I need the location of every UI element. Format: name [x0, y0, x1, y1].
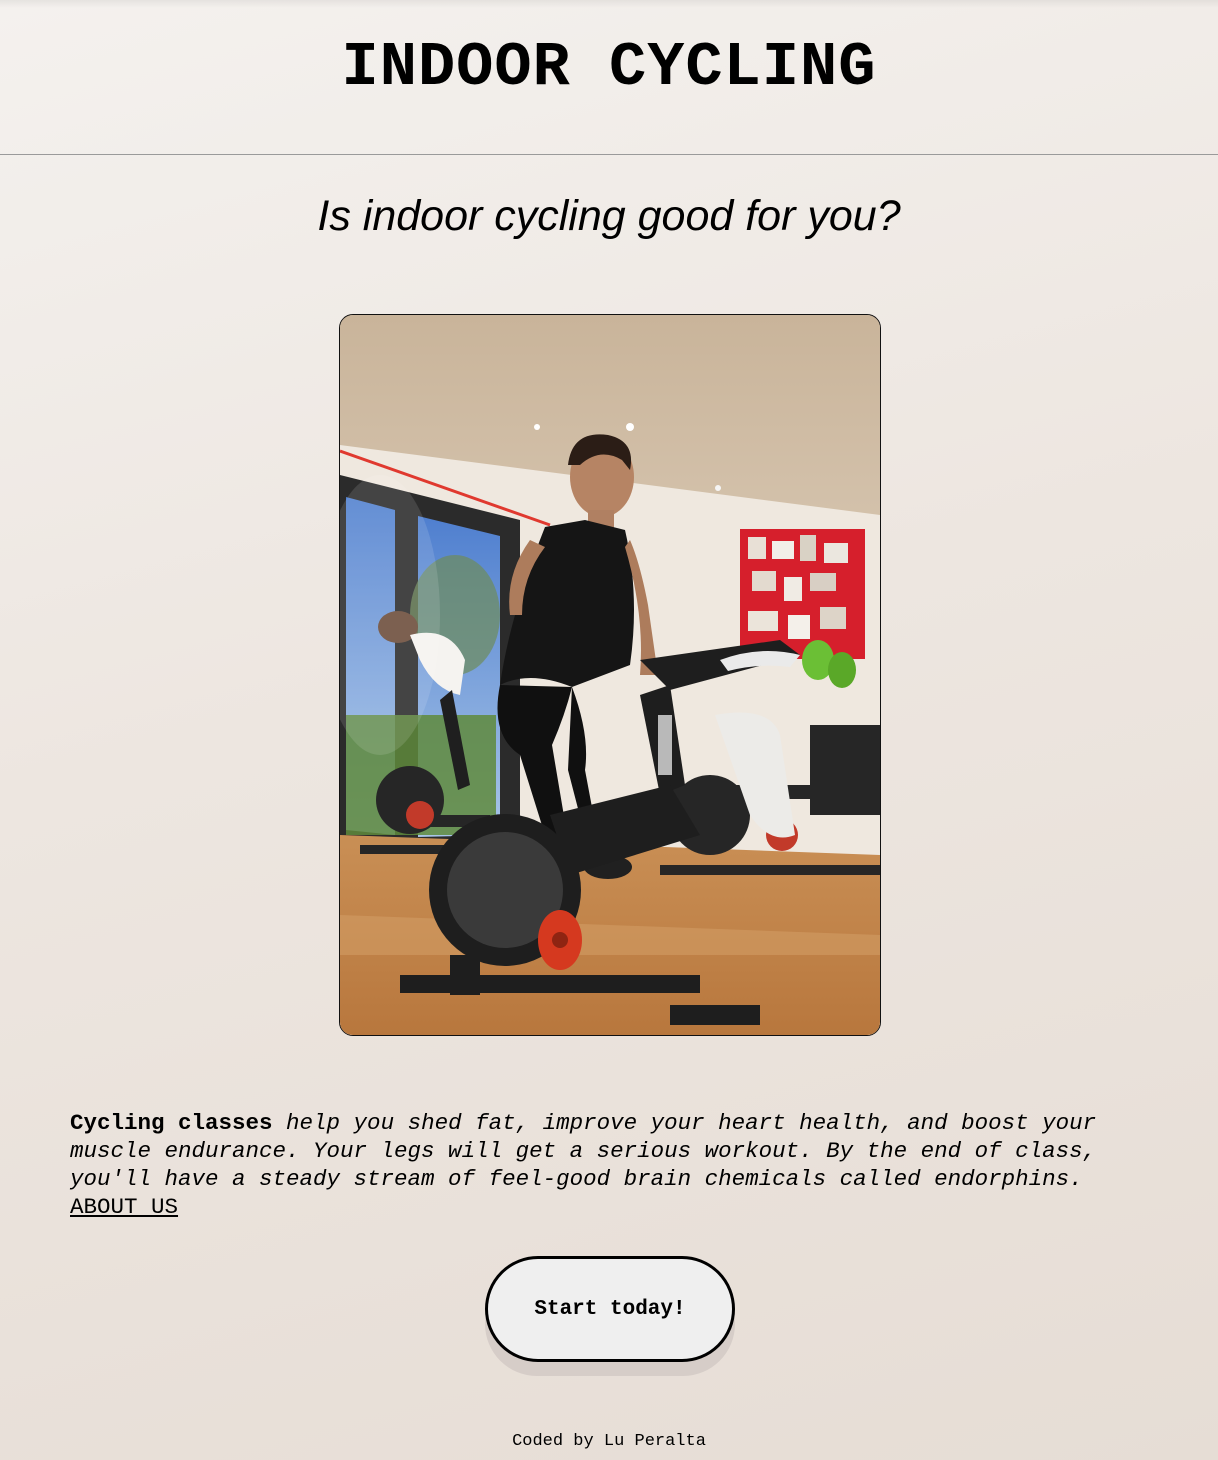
page-subtitle: Is indoor cycling good for you?	[317, 192, 901, 240]
hero-photo	[339, 314, 881, 1036]
site-header: INDOOR CYCLING	[0, 0, 1218, 155]
site-title: INDOOR CYCLING	[341, 32, 877, 103]
site-footer: Coded by Lu Peralta	[512, 1432, 706, 1451]
description-lead: Cycling classes	[70, 1110, 273, 1136]
cta-container: Start today!	[485, 1256, 735, 1376]
top-shadow	[0, 0, 1218, 8]
cycling-photo-illustration	[340, 315, 880, 1035]
description-paragraph: Cycling classes help you shed fat, impro…	[70, 1109, 1155, 1221]
start-today-button[interactable]: Start today!	[485, 1256, 735, 1362]
about-us-link[interactable]: ABOUT US	[70, 1194, 178, 1220]
